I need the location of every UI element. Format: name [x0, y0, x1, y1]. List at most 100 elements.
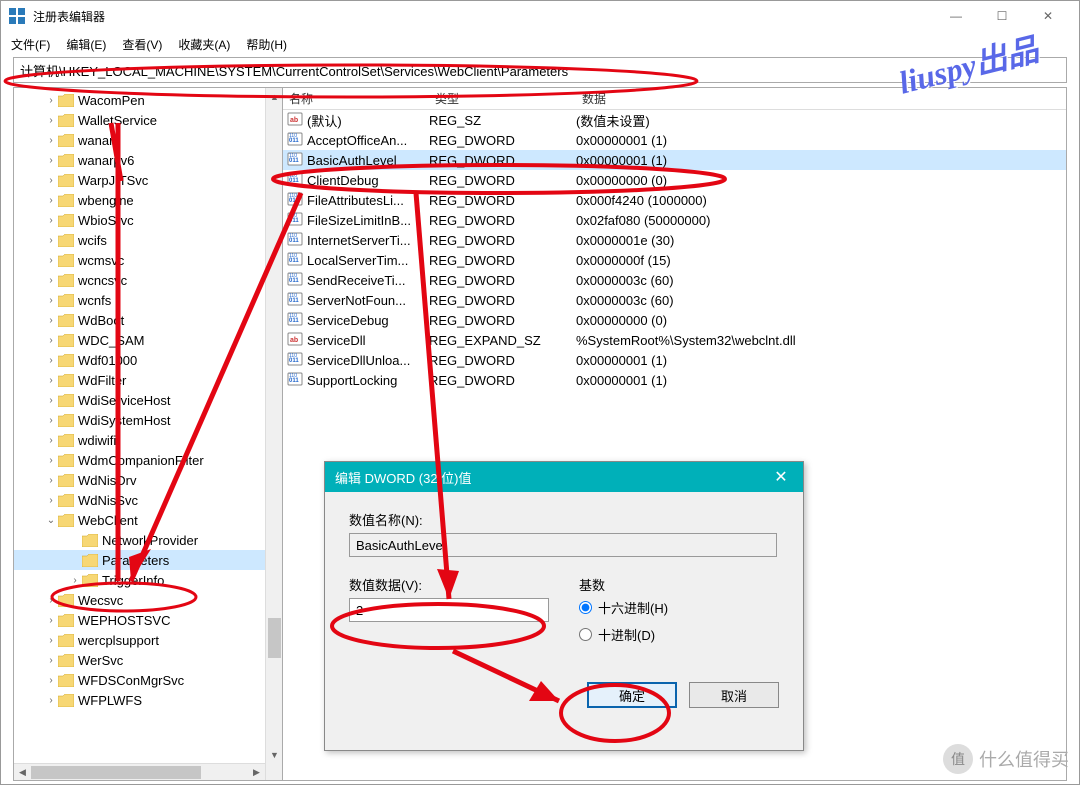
chevron-icon[interactable]: › — [44, 235, 58, 246]
tree-item[interactable]: ›WdBoot — [14, 310, 282, 330]
tree-item[interactable]: ›wcmsvc — [14, 250, 282, 270]
dialog-titlebar[interactable]: 编辑 DWORD (32 位)值 ✕ — [325, 462, 803, 492]
tree-item[interactable]: ›WdFilter — [14, 370, 282, 390]
tree-item[interactable]: ›wcncsvc — [14, 270, 282, 290]
ok-button[interactable]: 确定 — [587, 682, 677, 708]
radio-hex[interactable]: 十六进制(H) — [579, 598, 779, 617]
list-row[interactable]: 011110ServiceDebugREG_DWORD0x00000000 (0… — [283, 310, 1066, 330]
chevron-icon[interactable]: › — [44, 435, 58, 446]
chevron-icon[interactable]: › — [44, 695, 58, 706]
value-data-field[interactable] — [349, 598, 549, 622]
list-row[interactable]: 011110LocalServerTim...REG_DWORD0x000000… — [283, 250, 1066, 270]
list-row[interactable]: ab(默认)REG_SZ(数值未设置) — [283, 110, 1066, 130]
tree-item[interactable]: ›Wecsvc — [14, 590, 282, 610]
list-row[interactable]: 011110FileSizeLimitInB...REG_DWORD0x02fa… — [283, 210, 1066, 230]
chevron-icon[interactable]: › — [44, 635, 58, 646]
tree-item[interactable]: ›WdiSystemHost — [14, 410, 282, 430]
tree-item[interactable]: ›WacomPen — [14, 90, 282, 110]
chevron-icon[interactable]: › — [44, 455, 58, 466]
chevron-icon[interactable]: › — [44, 315, 58, 326]
chevron-icon[interactable]: › — [68, 575, 82, 586]
list-row[interactable]: 011110ServiceDllUnloa...REG_DWORD0x00000… — [283, 350, 1066, 370]
chevron-icon[interactable]: › — [44, 335, 58, 346]
scroll-up-icon[interactable]: ▲ — [266, 88, 283, 105]
cancel-button[interactable]: 取消 — [689, 682, 779, 708]
chevron-icon[interactable]: › — [44, 595, 58, 606]
scroll-thumb[interactable] — [268, 618, 281, 658]
tree-item[interactable]: ›wbengine — [14, 190, 282, 210]
list-row[interactable]: 011110AcceptOfficeAn...REG_DWORD0x000000… — [283, 130, 1066, 150]
chevron-icon[interactable]: › — [44, 95, 58, 106]
tree-item[interactable]: ›wdiwifi — [14, 430, 282, 450]
tree-item[interactable]: ⌄WebClient — [14, 510, 282, 530]
chevron-icon[interactable]: › — [44, 215, 58, 226]
list-row[interactable]: 011110FileAttributesLi...REG_DWORD0x000f… — [283, 190, 1066, 210]
list-row[interactable]: 011110BasicAuthLevelREG_DWORD0x00000001 … — [283, 150, 1066, 170]
scroll-down-icon[interactable]: ▼ — [266, 746, 283, 763]
menu-file[interactable]: 文件(F) — [5, 34, 56, 55]
tree-item[interactable]: Parameters — [14, 550, 282, 570]
minimize-button[interactable]: — — [933, 1, 979, 31]
menu-favorites[interactable]: 收藏夹(A) — [172, 34, 236, 55]
scroll-thumb-h[interactable] — [31, 766, 201, 779]
tree-item[interactable]: ›WdNisDrv — [14, 470, 282, 490]
tree-item[interactable]: ›WDC_SAM — [14, 330, 282, 350]
tree-item[interactable]: ›WFDSConMgrSvc — [14, 670, 282, 690]
maximize-button[interactable]: ☐ — [979, 1, 1025, 31]
tree-item[interactable]: ›WarpJITSvc — [14, 170, 282, 190]
radio-dec-input[interactable] — [579, 628, 592, 641]
tree-scrollbar-vertical[interactable]: ▲ ▼ — [265, 88, 282, 780]
chevron-icon[interactable]: › — [44, 295, 58, 306]
column-type[interactable]: 类型 — [429, 90, 576, 107]
list-row[interactable]: 011110SendReceiveTi...REG_DWORD0x0000003… — [283, 270, 1066, 290]
tree-item[interactable]: ›wanarpv6 — [14, 150, 282, 170]
chevron-icon[interactable]: › — [44, 195, 58, 206]
scroll-right-icon[interactable]: ▶ — [248, 764, 265, 780]
scroll-left-icon[interactable]: ◀ — [14, 764, 31, 780]
list-row[interactable]: 011110ServerNotFoun...REG_DWORD0x0000003… — [283, 290, 1066, 310]
menu-edit[interactable]: 编辑(E) — [60, 34, 112, 55]
list-row[interactable]: 011110SupportLockingREG_DWORD0x00000001 … — [283, 370, 1066, 390]
tree-item[interactable]: NetworkProvider — [14, 530, 282, 550]
chevron-icon[interactable]: ⌄ — [44, 515, 58, 526]
column-name[interactable]: 名称 — [283, 90, 429, 107]
chevron-icon[interactable]: › — [44, 175, 58, 186]
chevron-icon[interactable]: › — [44, 275, 58, 286]
tree-item[interactable]: ›WbioSrvc — [14, 210, 282, 230]
tree-item[interactable]: ›WFPLWFS — [14, 690, 282, 710]
dialog-close-button[interactable]: ✕ — [769, 467, 793, 487]
chevron-icon[interactable]: › — [44, 115, 58, 126]
column-data[interactable]: 数据 — [576, 90, 1066, 107]
tree-item[interactable]: ›WalletService — [14, 110, 282, 130]
chevron-icon[interactable]: › — [44, 355, 58, 366]
list-row[interactable]: 011110InternetServerTi...REG_DWORD0x0000… — [283, 230, 1066, 250]
radio-hex-input[interactable] — [579, 601, 592, 614]
chevron-icon[interactable]: › — [44, 255, 58, 266]
tree-item[interactable]: ›TriggerInfo — [14, 570, 282, 590]
chevron-icon[interactable]: › — [44, 155, 58, 166]
tree-pane[interactable]: ›WacomPen›WalletService›wanarp›wanarpv6›… — [14, 88, 283, 780]
chevron-icon[interactable]: › — [44, 615, 58, 626]
tree-item[interactable]: ›WEPHOSTSVC — [14, 610, 282, 630]
chevron-icon[interactable]: › — [44, 135, 58, 146]
list-row[interactable]: 011110ClientDebugREG_DWORD0x00000000 (0) — [283, 170, 1066, 190]
chevron-icon[interactable]: › — [44, 655, 58, 666]
tree-item[interactable]: ›WdiServiceHost — [14, 390, 282, 410]
chevron-icon[interactable]: › — [44, 375, 58, 386]
tree-item[interactable]: ›WdmCompanionFilter — [14, 450, 282, 470]
menu-help[interactable]: 帮助(H) — [240, 34, 293, 55]
tree-item[interactable]: ›wcnfs — [14, 290, 282, 310]
chevron-icon[interactable]: › — [44, 475, 58, 486]
tree-item[interactable]: ›Wdf01000 — [14, 350, 282, 370]
tree-item[interactable]: ›wercplsupport — [14, 630, 282, 650]
menu-view[interactable]: 查看(V) — [116, 34, 168, 55]
list-row[interactable]: abServiceDllREG_EXPAND_SZ%SystemRoot%\Sy… — [283, 330, 1066, 350]
tree-item[interactable]: ›WerSvc — [14, 650, 282, 670]
tree-item[interactable]: ›wanarp — [14, 130, 282, 150]
tree-item[interactable]: ›wcifs — [14, 230, 282, 250]
tree-scrollbar-horizontal[interactable]: ◀ ▶ — [14, 763, 265, 780]
chevron-icon[interactable]: › — [44, 495, 58, 506]
radio-dec[interactable]: 十进制(D) — [579, 625, 779, 644]
tree-item[interactable]: ›WdNisSvc — [14, 490, 282, 510]
chevron-icon[interactable]: › — [44, 415, 58, 426]
